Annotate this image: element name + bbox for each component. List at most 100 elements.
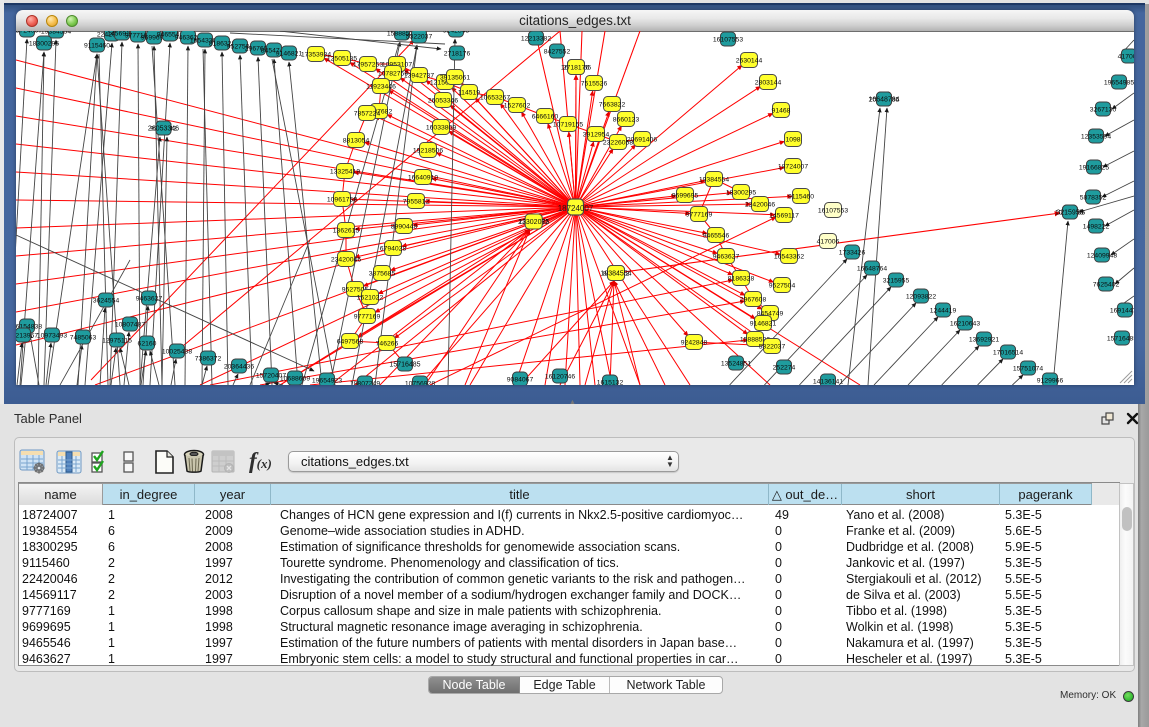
svg-text:1244419: 1244419 — [930, 308, 957, 315]
svg-text:3912954: 3912954 — [583, 132, 610, 139]
svg-text:5322037: 5322037 — [406, 34, 433, 41]
svg-text:13325419: 13325419 — [330, 169, 360, 176]
svg-text:9777169: 9777169 — [686, 212, 713, 219]
svg-text:1621022: 1621022 — [357, 295, 384, 302]
svg-text:12213382: 12213382 — [521, 36, 551, 43]
svg-text:19384554: 19384554 — [699, 177, 729, 184]
svg-text:91468: 91468 — [772, 108, 791, 115]
svg-text:417006: 417006 — [1118, 54, 1134, 61]
svg-text:5322037: 5322037 — [759, 344, 786, 351]
svg-text:10025438: 10025438 — [162, 349, 192, 356]
svg-text:16640910: 16640910 — [408, 175, 438, 182]
svg-text:13942737: 13942737 — [404, 73, 434, 80]
svg-text:11923446: 11923446 — [366, 84, 396, 91]
svg-text:10688609: 10688609 — [280, 376, 310, 383]
svg-text:746266: 746266 — [376, 341, 399, 348]
svg-text:18300295: 18300295 — [726, 190, 756, 197]
svg-text:9699695: 9699695 — [672, 193, 699, 200]
svg-text:23302075: 23302075 — [518, 219, 549, 226]
svg-text:18724007: 18724007 — [16, 31, 42, 35]
svg-text:7663822: 7663822 — [599, 102, 626, 109]
svg-text:9463627: 9463627 — [713, 254, 740, 261]
svg-text:20364436: 20364436 — [224, 364, 254, 371]
svg-text:7485063: 7485063 — [70, 335, 97, 342]
svg-text:3267130: 3267130 — [1090, 107, 1117, 114]
svg-text:2630144: 2630144 — [736, 58, 763, 65]
svg-text:17016514: 17016514 — [993, 350, 1023, 357]
svg-text:6466160: 6466160 — [532, 114, 559, 121]
svg-text:9465546: 9465546 — [703, 233, 730, 240]
svg-text:20691406: 20691406 — [627, 137, 657, 144]
svg-text:23420046: 23420046 — [331, 257, 361, 264]
svg-text:8427552: 8427552 — [544, 49, 571, 56]
svg-text:2718176: 2718176 — [563, 65, 590, 72]
svg-text:10719155: 10719155 — [553, 122, 583, 129]
svg-text:9115460: 9115460 — [788, 194, 814, 201]
svg-text:3624554: 3624554 — [93, 298, 120, 305]
svg-text:16107553: 16107553 — [713, 37, 743, 44]
svg-text:14136141: 14136141 — [813, 379, 843, 386]
svg-text:7955812: 7955812 — [403, 199, 430, 206]
svg-text:15716485: 15716485 — [389, 362, 420, 369]
svg-text:12353594: 12353594 — [1081, 134, 1111, 141]
svg-text:39135061: 39135061 — [440, 75, 470, 82]
svg-text:7515526: 7515526 — [581, 81, 608, 88]
svg-text:12093822: 12093822 — [906, 294, 936, 301]
svg-text:16210643: 16210643 — [950, 321, 980, 328]
svg-text:12213967: 12213967 — [16, 333, 38, 340]
svg-text:17957253: 17957253 — [353, 62, 383, 69]
svg-text:1362615: 1362615 — [333, 228, 360, 235]
svg-text:1098: 1098 — [785, 137, 800, 144]
svg-text:12975115: 12975115 — [102, 338, 132, 345]
svg-text:1733426: 1733426 — [839, 250, 866, 257]
svg-text:10756928: 10756928 — [405, 381, 435, 386]
svg-text:19654985: 19654985 — [1104, 80, 1134, 87]
svg-text:18724007: 18724007 — [778, 164, 808, 171]
svg-text:16543362: 16543362 — [774, 254, 804, 261]
svg-text:9146821: 9146821 — [276, 51, 303, 58]
svg-text:6497568: 6497568 — [337, 339, 364, 346]
svg-text:7625402: 7625402 — [1093, 282, 1120, 289]
svg-text:18724007: 18724007 — [558, 204, 594, 213]
svg-text:13524851: 13524851 — [721, 361, 751, 368]
svg-text:3215955: 3215955 — [883, 278, 910, 285]
svg-text:2803144: 2803144 — [755, 80, 782, 87]
svg-text:13692921: 13692921 — [969, 337, 999, 344]
svg-text:16120746: 16120746 — [545, 374, 575, 381]
svg-text:8990448: 8990448 — [391, 224, 418, 231]
svg-text:1498222: 1498222 — [1083, 224, 1110, 231]
svg-text:7386372: 7386372 — [195, 356, 222, 363]
svg-text:26053346: 26053346 — [428, 98, 458, 105]
svg-text:22420046: 22420046 — [745, 202, 775, 209]
svg-text:9146821: 9146821 — [750, 321, 777, 328]
svg-text:9129966: 9129966 — [1037, 378, 1064, 385]
svg-text:2718176: 2718176 — [444, 51, 471, 58]
svg-text:19384554: 19384554 — [600, 271, 631, 278]
svg-text:19166825: 19166825 — [1079, 165, 1109, 172]
svg-text:10807487: 10807487 — [115, 322, 145, 329]
svg-text:26053346: 26053346 — [148, 126, 179, 133]
svg-text:6794028: 6794028 — [380, 246, 407, 253]
svg-text:12409948: 12409948 — [1087, 253, 1117, 260]
svg-text:3215955: 3215955 — [1056, 210, 1083, 217]
svg-text:19384554: 19384554 — [41, 31, 71, 36]
svg-text:18300295: 18300295 — [29, 41, 59, 48]
svg-text:16648764: 16648764 — [868, 97, 899, 104]
svg-text:2967608: 2967608 — [740, 297, 767, 304]
svg-text:9527504: 9527504 — [769, 283, 796, 290]
svg-text:9242848: 9242848 — [681, 340, 708, 347]
svg-text:9463627: 9463627 — [136, 296, 163, 303]
svg-text:18807249: 18807249 — [350, 381, 380, 386]
svg-text:9115460: 9115460 — [84, 43, 110, 50]
svg-text:15751074: 15751074 — [1013, 366, 1043, 373]
svg-text:9777169: 9777169 — [354, 314, 381, 321]
svg-text:10973493: 10973493 — [37, 333, 67, 340]
svg-text:252274: 252274 — [773, 365, 796, 372]
svg-text:15716485: 15716485 — [1107, 336, 1134, 343]
svg-text:9084067: 9084067 — [507, 377, 534, 384]
svg-text:1527602: 1527602 — [504, 103, 531, 110]
svg-text:19218506: 19218506 — [413, 148, 443, 155]
svg-text:114519: 114519 — [458, 90, 480, 97]
svg-text:16648764: 16648764 — [857, 266, 887, 273]
svg-text:7857224: 7857224 — [354, 111, 381, 118]
